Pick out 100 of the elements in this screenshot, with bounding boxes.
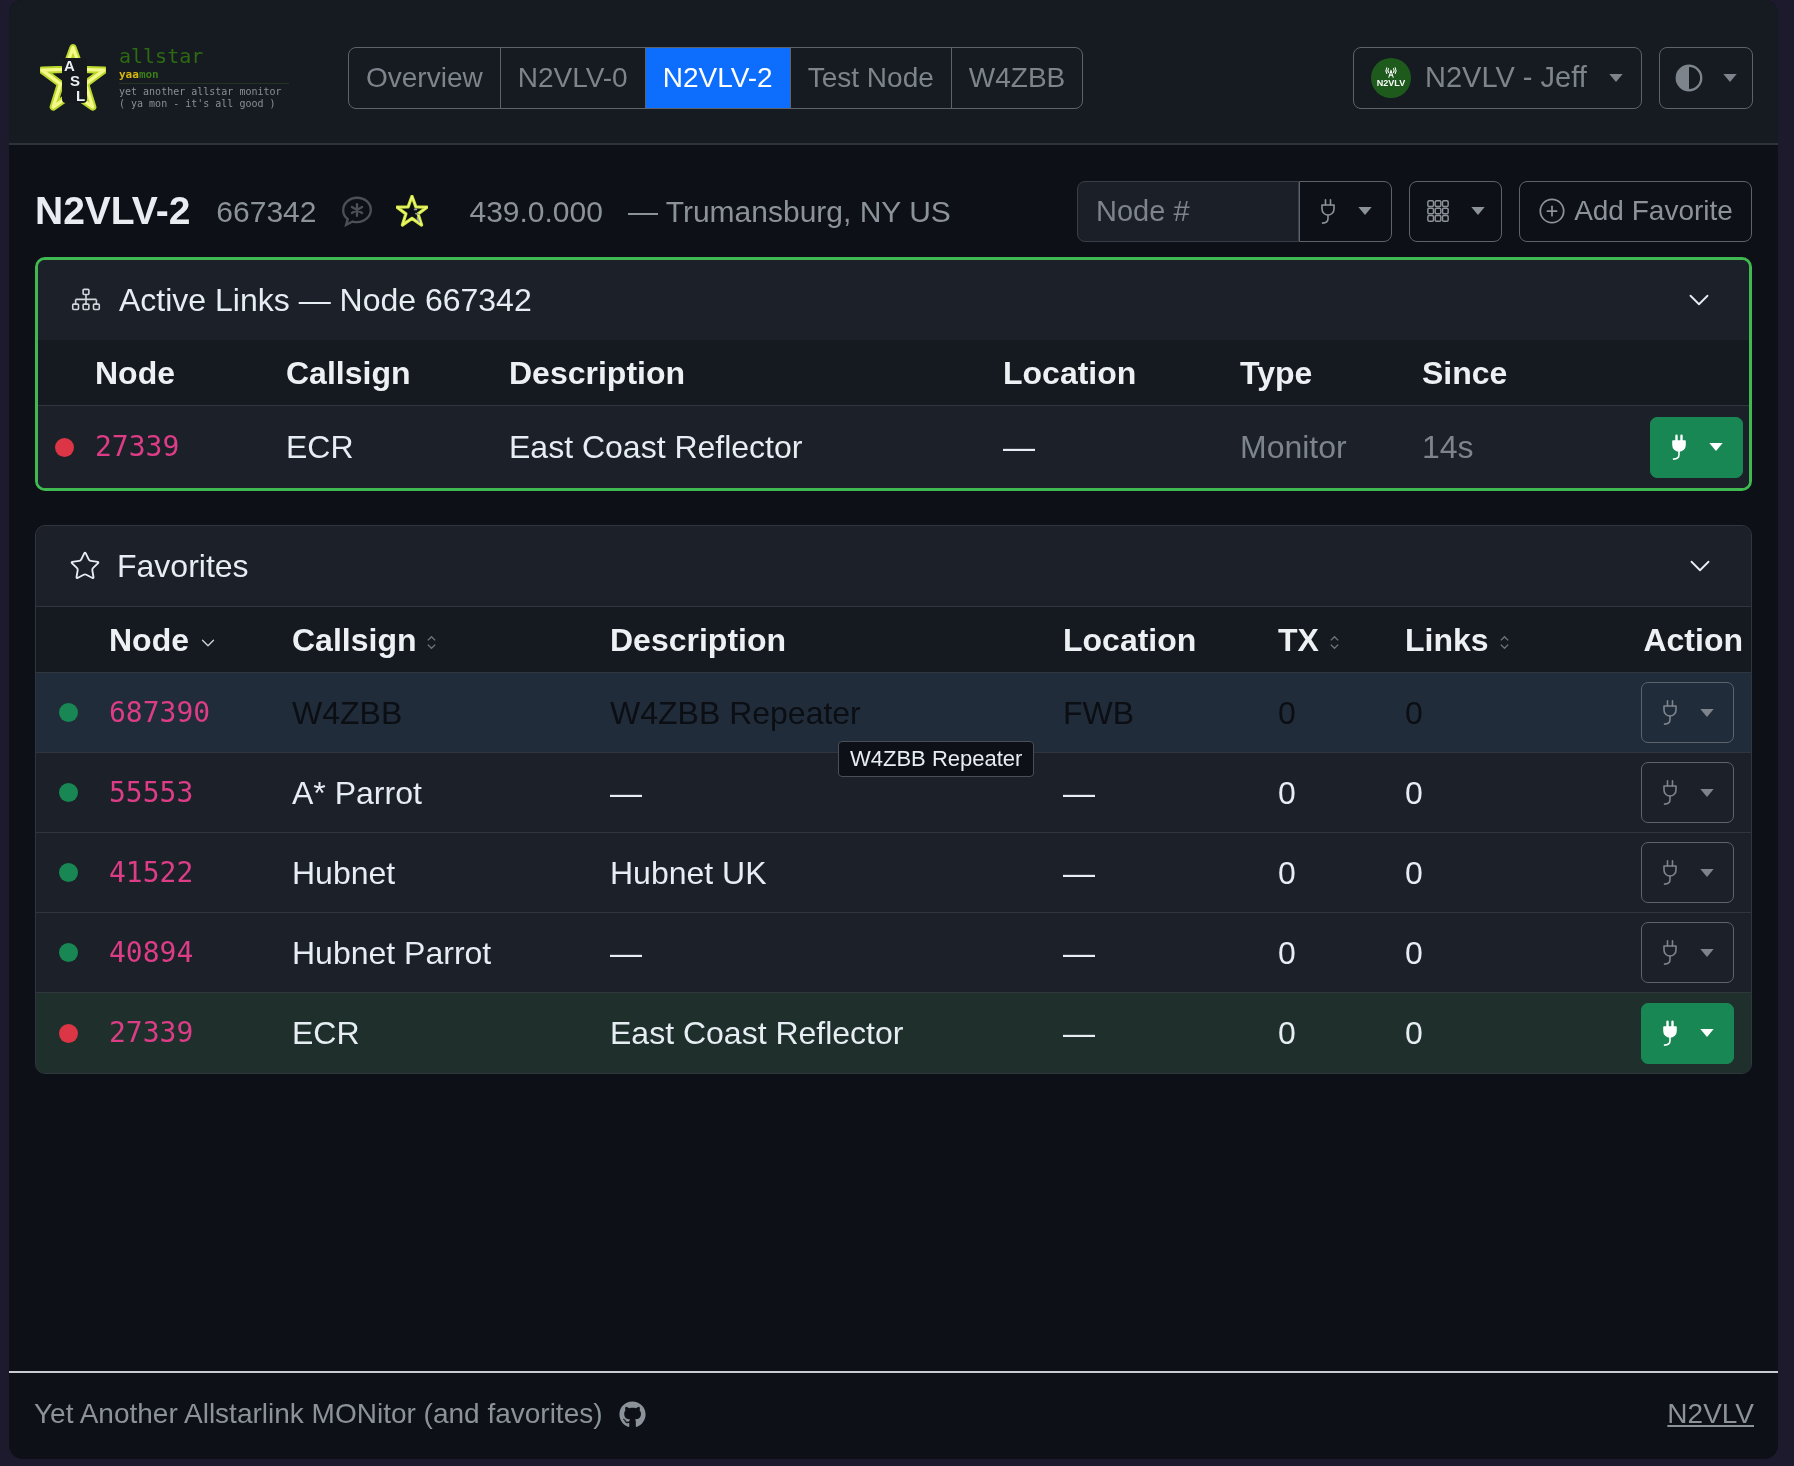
plug-icon	[1661, 699, 1678, 726]
plug-icon	[1661, 1019, 1678, 1047]
asterisk-bubble-icon	[340, 195, 375, 227]
table-cell: —	[610, 774, 642, 811]
node-number-cell-text: 41522	[109, 854, 195, 891]
sort-icon[interactable]	[1498, 634, 1510, 651]
logo-wordmark: yaamon	[119, 68, 160, 81]
plus-circle-icon	[1538, 197, 1567, 225]
node-title: N2VLV-2	[35, 187, 191, 234]
table-cell-text: 0	[1405, 853, 1424, 893]
tooltip: W4ZBB Repeater	[838, 740, 1035, 777]
node-location: — Trumansburg, NY US	[627, 193, 951, 230]
column-header: Description	[610, 620, 787, 660]
table-cell-text: —	[1003, 428, 1036, 467]
tab[interactable]: Overview	[349, 47, 500, 108]
table-cell-text: 0	[1405, 1014, 1424, 1053]
tab[interactable]: W4ZBB	[950, 47, 1083, 108]
table-cell-text: 14s	[1422, 428, 1475, 467]
caret-icon	[1609, 73, 1623, 82]
panel-title: Active Links — Node 667342	[119, 281, 532, 320]
column-header[interactable]: TX	[1278, 615, 1319, 664]
star-icon	[69, 550, 101, 582]
table-cell-text: A* Parrot	[292, 773, 423, 813]
column-header[interactable]: Node	[109, 615, 189, 664]
plug-icon	[1670, 433, 1687, 461]
footer-link[interactable]: N2VLV	[1667, 1393, 1754, 1435]
column-header: Node	[95, 353, 176, 393]
node-input[interactable]: Node #	[1077, 180, 1299, 242]
column-header[interactable]: Links	[1405, 615, 1489, 664]
caret-icon	[1708, 443, 1723, 451]
node-number-cell-text: 687390	[109, 694, 212, 731]
caret-icon	[1699, 1029, 1714, 1037]
sitemap-icon	[71, 288, 101, 312]
table-cell-text: —	[1063, 933, 1096, 973]
caret-icon	[1723, 73, 1737, 82]
table-cell-text: Monitor	[1240, 428, 1348, 467]
caret-icon	[1470, 207, 1485, 215]
table-cell-text: ECR	[292, 1014, 361, 1053]
theme-menu-button[interactable]	[1659, 46, 1753, 109]
table-cell-text: 0	[1278, 1014, 1297, 1053]
table-cell-text: —	[1063, 853, 1096, 893]
keypad-dropdown-button[interactable]	[1409, 180, 1502, 242]
table-cell-text: 0	[1405, 773, 1424, 813]
avatar-text: N2VLV	[1376, 78, 1406, 88]
column-header: Callsign	[286, 353, 412, 393]
tab[interactable]: N2VLV-0	[499, 47, 645, 108]
column-header: Location	[1003, 353, 1138, 393]
plug-icon	[1661, 939, 1678, 966]
tab[interactable]: Test Node	[789, 47, 951, 108]
node-frequency: 439.0.000	[469, 193, 603, 230]
node-number-cell-text: 27339	[95, 429, 181, 465]
table-cell-text: Hubnet	[292, 853, 397, 893]
connect-dropdown-button[interactable]	[1650, 416, 1743, 478]
connect-dropdown-button[interactable]	[1641, 1002, 1734, 1064]
logo-letters: A S L	[62, 57, 88, 103]
plug-icon	[1661, 859, 1678, 886]
table-cell-text: Hubnet Parrot	[292, 933, 493, 973]
table-cell-text: 0	[1278, 933, 1297, 973]
antenna-icon	[1384, 67, 1398, 78]
grid-icon	[1426, 200, 1449, 222]
logo-title: allstar	[119, 45, 205, 68]
github-icon[interactable]	[618, 1400, 646, 1428]
column-header: Type	[1240, 353, 1314, 393]
column-header: Location	[1063, 620, 1197, 660]
tab[interactable]: N2VLV-2	[644, 47, 790, 108]
caret-icon	[1699, 708, 1714, 717]
node-number-cell-text: 27339	[109, 1015, 195, 1051]
logo-motto: ( ya mon - it's all good )	[119, 98, 277, 110]
column-header: Description	[509, 353, 687, 393]
logo-tagline: yet another allstar monitor	[119, 86, 283, 98]
table-cell-text: —	[1063, 1014, 1096, 1053]
table-cell-text: 0	[1405, 933, 1424, 973]
star-logo-icon	[396, 195, 429, 227]
column-header: Since	[1422, 353, 1509, 393]
footer-text: Yet Another Allstarlink MONitor (and favorites)	[34, 1397, 603, 1431]
add-favorite-button[interactable]: Add Favorite	[1519, 180, 1752, 242]
table-cell: —	[610, 934, 642, 971]
table-cell: Hubnet UK	[610, 854, 767, 891]
panel-title: Favorites	[117, 547, 249, 586]
table-cell-text: 0	[1278, 773, 1297, 813]
node-number-cell-text: 55553	[109, 774, 195, 811]
caret-icon	[1357, 207, 1372, 215]
sort-icon[interactable]	[426, 634, 438, 651]
sort-icon[interactable]	[1328, 634, 1340, 651]
user-menu-button[interactable]: N2VLV N2VLV - Jeff	[1353, 46, 1642, 109]
caret-icon	[1699, 868, 1714, 877]
node-number-cell-text: 40894	[109, 934, 195, 971]
caret-icon	[1699, 948, 1714, 957]
table-cell-text: 0	[1278, 853, 1297, 893]
column-header: Action	[1643, 620, 1743, 660]
table-cell: East Coast Reflector	[610, 1015, 904, 1051]
plug-icon	[1319, 197, 1336, 225]
table-cell-text: East Coast Reflector	[509, 428, 804, 467]
table-cell-text: —	[1063, 773, 1096, 813]
table-cell-text: ECR	[286, 428, 355, 467]
node-number: 667342	[216, 193, 317, 230]
plug-icon	[1661, 779, 1678, 806]
caret-icon	[1699, 788, 1714, 797]
column-header[interactable]: Callsign	[292, 615, 417, 664]
contrast-icon	[1675, 63, 1703, 92]
